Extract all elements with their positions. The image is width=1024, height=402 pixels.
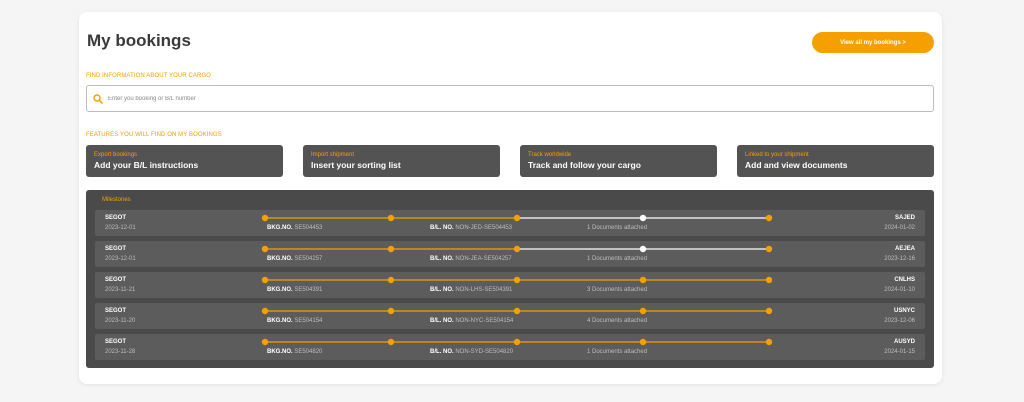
milestone-dot — [513, 245, 521, 253]
milestone-track — [261, 338, 773, 346]
milestone-dot — [513, 214, 521, 222]
origin-port: SEGOT — [105, 277, 127, 283]
milestone-row[interactable]: SEGOT 2023-11-28 BKG.NO. SE504820 B/L. N… — [95, 334, 925, 360]
booking-number: BKG.NO. SE504154 — [267, 318, 323, 324]
documents-attached[interactable]: 1 Documents attached — [587, 256, 647, 262]
milestone-dot — [513, 338, 521, 346]
origin-date: 2023-11-28 — [105, 349, 136, 355]
milestone-dot — [387, 338, 395, 346]
milestone-dot — [765, 214, 773, 222]
feature-title: Add your B/L instructions — [94, 160, 199, 170]
milestone-row[interactable]: SEGOT 2023-12-01 BKG.NO. SE504257 B/L. N… — [95, 241, 925, 267]
view-all-bookings-button[interactable]: View all my bookings > — [812, 32, 934, 53]
milestone-dot — [765, 338, 773, 346]
milestones-title: Milestones — [102, 197, 131, 203]
search-icon — [93, 93, 103, 104]
milestone-dot — [765, 276, 773, 284]
milestone-track — [261, 245, 773, 253]
booking-number: BKG.NO. SE504820 — [267, 349, 323, 355]
milestone-track — [261, 307, 773, 315]
features-section-label: FEATURES YOU WILL FIND ON MY BOOKINGS — [86, 132, 222, 138]
milestone-dot — [261, 214, 269, 222]
milestone-dot — [639, 245, 647, 253]
feature-subtitle: Export bookings — [94, 152, 138, 158]
booking-number: BKG.NO. SE504257 — [267, 256, 323, 262]
feature-subtitle: Import shipment — [311, 152, 355, 158]
search-input[interactable] — [108, 95, 908, 102]
search-box[interactable] — [86, 85, 934, 112]
booking-number: BKG.NO. SE504453 — [267, 225, 323, 231]
milestone-dot — [639, 214, 647, 222]
destination-port: USNYC — [893, 308, 915, 314]
bl-number: B/L. NO. NON-LHS-SE504391 — [430, 287, 513, 293]
bl-number: B/L. NO. NON-JEA-SE504257 — [430, 256, 512, 262]
milestone-dot — [387, 214, 395, 222]
milestone-dot — [261, 307, 269, 315]
origin-port: SEGOT — [105, 246, 127, 252]
feature-card-track[interactable]: Track worldwide Track and follow your ca… — [520, 145, 717, 177]
milestone-dot — [387, 245, 395, 253]
bookings-card: My bookings View all my bookings > FIND … — [79, 12, 942, 384]
destination-date: 2024-01-10 — [884, 287, 915, 293]
documents-attached[interactable]: 3 Documents attached — [587, 287, 647, 293]
milestone-dot — [387, 276, 395, 284]
origin-date: 2023-11-21 — [105, 287, 136, 293]
milestone-dot — [513, 276, 521, 284]
documents-attached[interactable]: 4 Documents attached — [587, 318, 647, 324]
destination-date: 2024-01-15 — [884, 349, 915, 355]
milestone-dot — [765, 307, 773, 315]
page-title: My bookings — [87, 31, 191, 50]
bl-number: B/L. NO. NON-SYD-SE504820 — [430, 349, 514, 355]
destination-port: SAJED — [894, 215, 915, 221]
destination-port: AUSYD — [893, 339, 915, 345]
destination-date: 2023-12-16 — [884, 256, 915, 262]
destination-date: 2024-01-02 — [884, 225, 915, 231]
origin-date: 2023-12-01 — [105, 256, 136, 262]
milestone-dot — [261, 338, 269, 346]
milestone-dot — [513, 307, 521, 315]
origin-port: SEGOT — [105, 215, 127, 221]
origin-port: SEGOT — [105, 339, 127, 345]
milestone-dot — [765, 245, 773, 253]
documents-attached[interactable]: 1 Documents attached — [587, 225, 647, 231]
milestone-dot — [261, 276, 269, 284]
booking-number: BKG.NO. SE504391 — [267, 287, 323, 293]
feature-card-import[interactable]: Import shipment Insert your sorting list — [303, 145, 500, 177]
milestone-dot — [639, 307, 647, 315]
origin-date: 2023-12-01 — [105, 225, 136, 231]
feature-title: Add and view documents — [745, 160, 848, 170]
milestone-track — [261, 276, 773, 284]
destination-port: AEJEA — [894, 246, 915, 252]
destination-date: 2023-12-06 — [884, 318, 915, 324]
feature-subtitle: Linked to your shipment — [745, 152, 809, 158]
feature-title: Insert your sorting list — [311, 160, 401, 170]
destination-port: CNLHS — [894, 277, 915, 283]
feature-card-export[interactable]: Export bookings Add your B/L instruction… — [86, 145, 283, 177]
milestone-row[interactable]: SEGOT 2023-12-01 BKG.NO. SE504453 B/L. N… — [95, 210, 925, 236]
milestone-track — [261, 214, 773, 222]
feature-card-documents[interactable]: Linked to your shipment Add and view doc… — [737, 145, 934, 177]
bl-number: B/L. NO. NON-JED-SE504453 — [430, 225, 513, 231]
documents-attached[interactable]: 1 Documents attached — [587, 349, 647, 355]
milestone-dot — [261, 245, 269, 253]
milestone-row[interactable]: SEGOT 2023-11-20 BKG.NO. SE504154 B/L. N… — [95, 303, 925, 329]
search-section-label: FIND INFORMATION ABOUT YOUR CARGO — [86, 73, 211, 79]
milestone-dot — [387, 307, 395, 315]
milestones-panel: Milestones SEGOT 2023-12-01 BKG.NO. SE50… — [86, 190, 934, 368]
origin-date: 2023-11-20 — [105, 318, 136, 324]
feature-title: Track and follow your cargo — [528, 160, 641, 170]
bl-number: B/L. NO. NON-NYC-SE504154 — [430, 318, 514, 324]
milestone-dot — [639, 338, 647, 346]
feature-subtitle: Track worldwide — [528, 152, 572, 158]
milestone-dot — [639, 276, 647, 284]
origin-port: SEGOT — [105, 308, 127, 314]
milestone-row[interactable]: SEGOT 2023-11-21 BKG.NO. SE504391 B/L. N… — [95, 272, 925, 298]
